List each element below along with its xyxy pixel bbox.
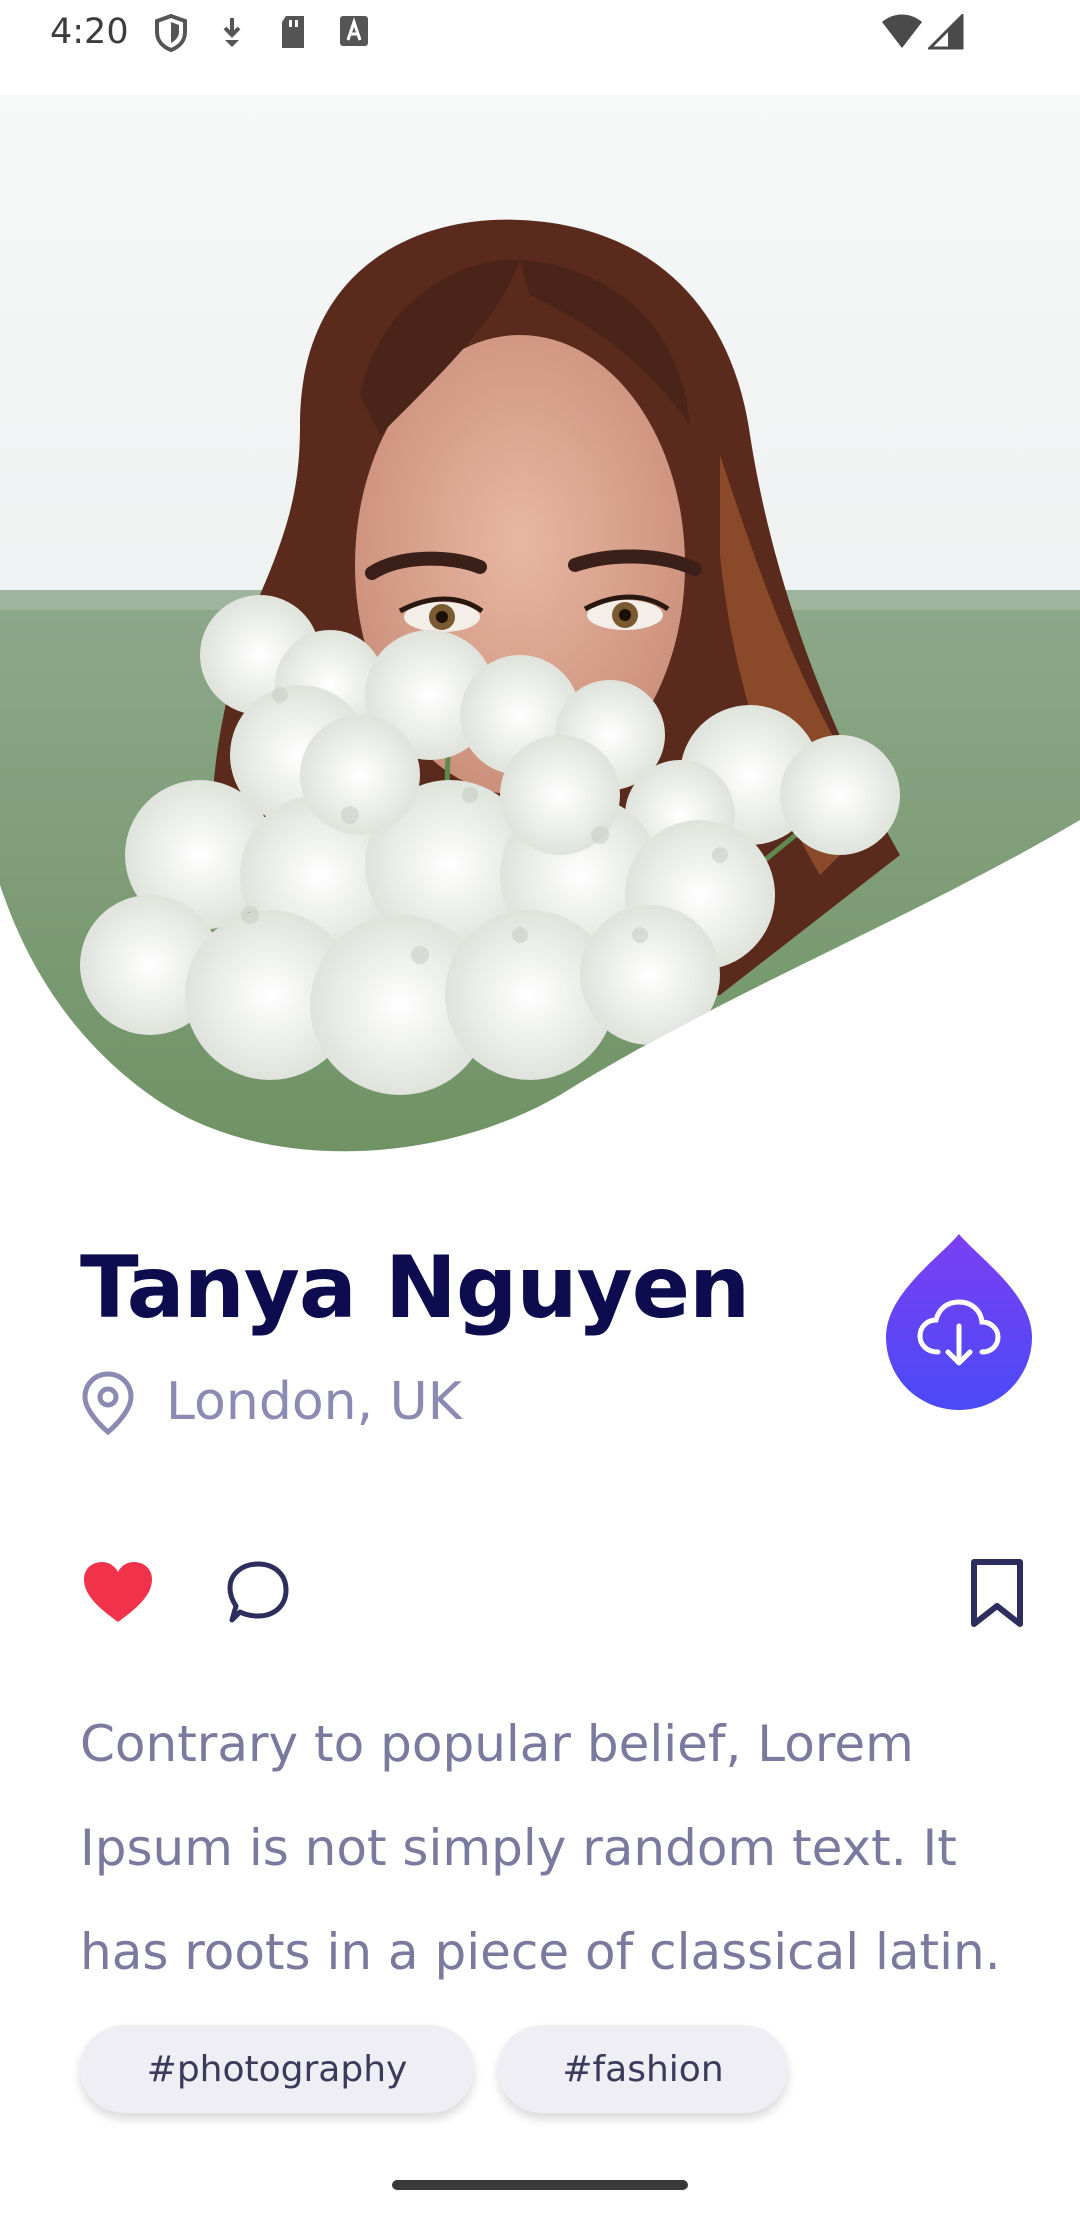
post-description: Contrary to popular belief, Lorem Ipsum …	[80, 1715, 1001, 1981]
text-a-icon	[340, 16, 368, 46]
profile-location: London, UK	[166, 1372, 462, 1432]
heart-icon[interactable]	[82, 1560, 154, 1626]
location-pin-icon	[82, 1371, 134, 1436]
status-bar: 4:20	[0, 0, 1080, 66]
profile-name: Tanya Nguyen	[80, 1238, 750, 1338]
tag-photography[interactable]: #photography	[80, 2025, 474, 2113]
signal-icon	[928, 14, 964, 50]
bookmark-icon[interactable]	[968, 1558, 1026, 1628]
tag-fashion[interactable]: #fashion	[498, 2025, 788, 2113]
sd-card-icon	[282, 16, 304, 48]
download-arrow-icon	[223, 18, 241, 47]
wifi-icon	[882, 14, 922, 48]
download-button[interactable]	[884, 1232, 1034, 1412]
shield-icon	[155, 14, 187, 52]
cloud-download-icon	[886, 1234, 1032, 1410]
hero-image	[0, 95, 1080, 1152]
status-time: 4:20	[50, 12, 129, 52]
speech-bubble-icon[interactable]	[222, 1558, 292, 1628]
home-indicator[interactable]	[392, 2180, 688, 2190]
